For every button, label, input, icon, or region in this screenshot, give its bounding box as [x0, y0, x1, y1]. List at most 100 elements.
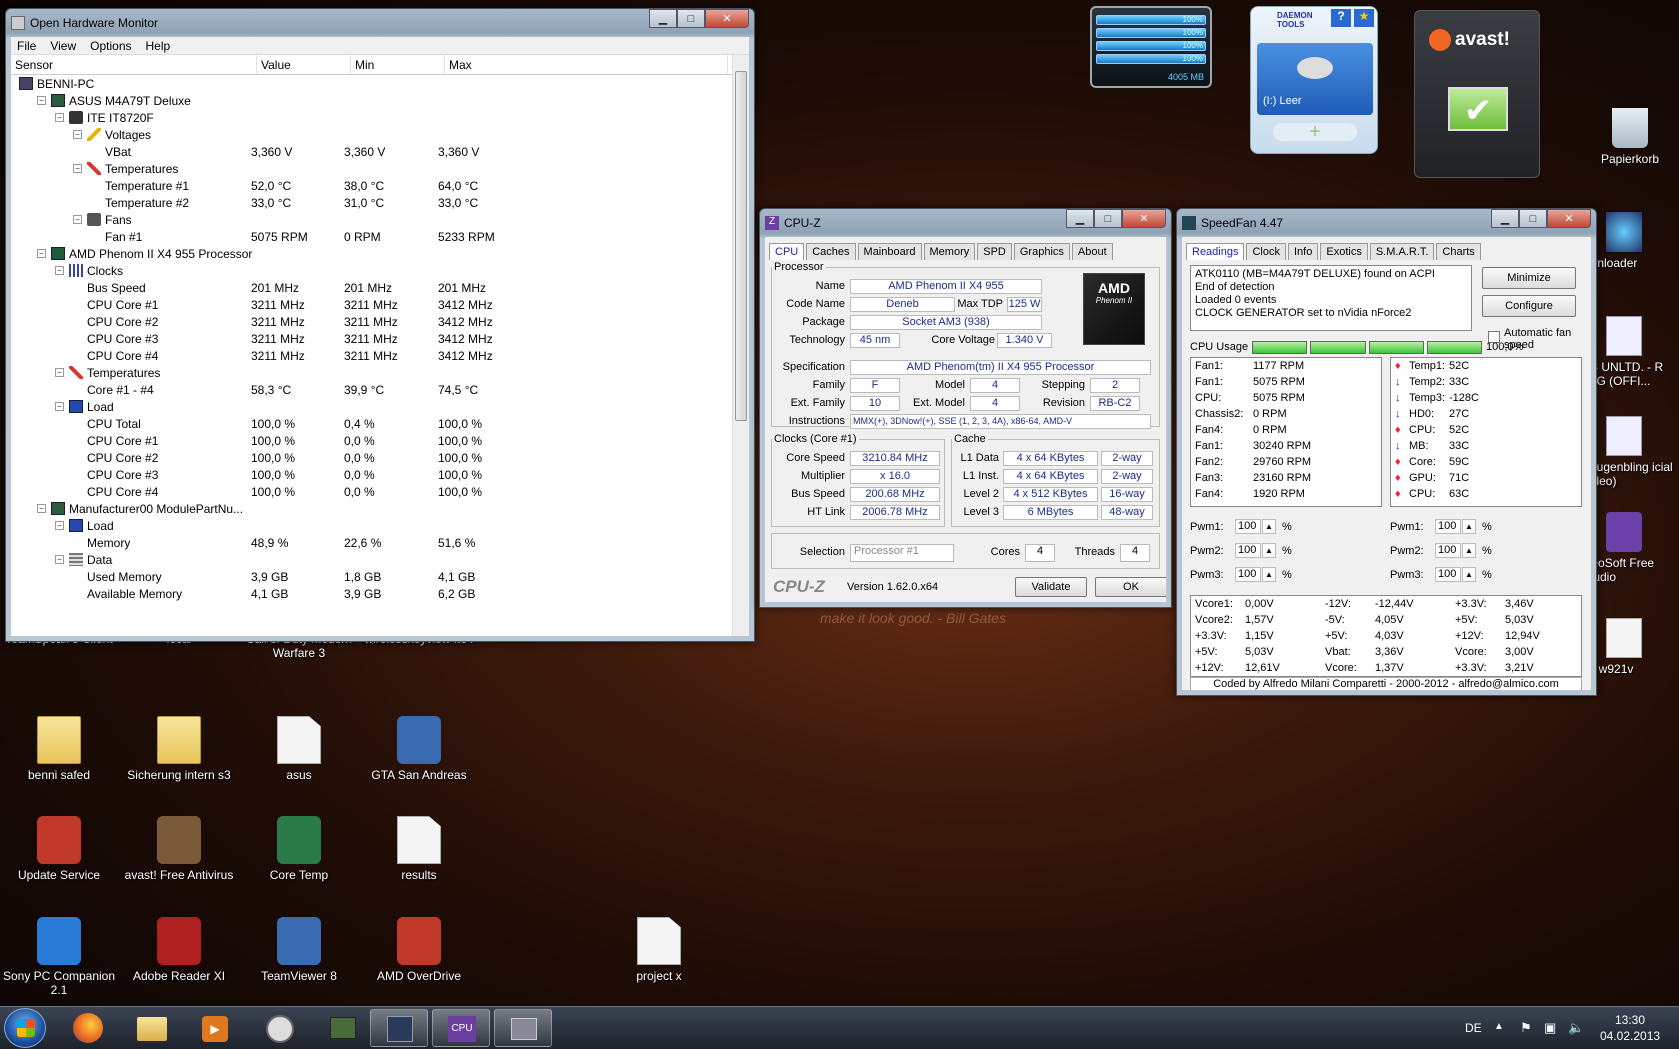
minimize-app-button[interactable]: Minimize — [1482, 267, 1576, 289]
tab-clock[interactable]: Clock — [1246, 243, 1286, 260]
desktop-icon[interactable]: results — [360, 816, 478, 882]
speedfan-window[interactable]: SpeedFan 4.47 ▁ □ ✕ Readings Clock Info Exoti… — [1176, 208, 1597, 696]
sensor-row[interactable]: Temperature #1 52,0 °C 38,0 °C 64,0 °C — [19, 177, 749, 194]
desktop-icon[interactable]: Sicherung intern s3 — [120, 716, 238, 782]
tree-node[interactable]: − Load — [19, 398, 749, 415]
close-button[interactable]: ✕ — [1547, 209, 1591, 228]
volume-icon[interactable]: 🔈 — [1568, 1020, 1584, 1036]
minimize-button[interactable]: ▁ — [1066, 209, 1094, 228]
desktop-icon[interactable]: project x — [600, 917, 718, 983]
speedfan-taskbar-button[interactable] — [494, 1009, 552, 1047]
validate-button[interactable]: Validate — [1015, 577, 1087, 597]
collapse-toggle[interactable]: − — [55, 555, 64, 564]
ok-button[interactable]: OK — [1095, 577, 1166, 597]
collapse-toggle[interactable]: − — [73, 130, 82, 139]
selection-dropdown[interactable]: Processor #1 — [850, 544, 954, 562]
sensor-row[interactable]: Fan #1 5075 RPM 0 RPM 5233 RPM — [19, 228, 749, 245]
sensor-row[interactable]: CPU Core #1 100,0 % 0,0 % 100,0 % — [19, 432, 749, 449]
tree-node[interactable]: − Load — [19, 517, 749, 534]
tab-mainboard[interactable]: Mainboard — [857, 243, 922, 260]
sensor-row[interactable]: VBat 3,360 V 3,360 V 3,360 V — [19, 143, 749, 160]
collapse-toggle[interactable]: − — [37, 504, 46, 513]
pwm-input[interactable]: 100 — [1235, 567, 1261, 582]
maximize-button[interactable]: □ — [677, 9, 705, 28]
pwm-spinner[interactable]: ▲ — [1262, 519, 1276, 534]
sensor-row[interactable]: Used Memory 3,9 GB 1,8 GB 4,1 GB — [19, 568, 749, 585]
scroll-thumb[interactable] — [735, 71, 747, 421]
tab-readings[interactable]: Readings — [1186, 243, 1245, 260]
sensor-row[interactable]: Temperature #2 33,0 °C 31,0 °C 33,0 °C — [19, 194, 749, 211]
menu-help[interactable]: Help — [146, 39, 171, 53]
tree-node[interactable]: − Clocks — [19, 262, 749, 279]
tree-node[interactable]: − Temperatures — [19, 364, 749, 381]
desktop-icon[interactable]: AMD OverDrive — [360, 917, 478, 983]
tab-caches[interactable]: Caches — [806, 243, 856, 260]
collapse-toggle[interactable]: − — [73, 215, 82, 224]
pwm-spinner[interactable]: ▲ — [1262, 543, 1276, 558]
network-icon[interactable]: ▣ — [1544, 1020, 1556, 1036]
cpuz-taskbar-button[interactable]: CPU — [432, 1009, 490, 1047]
collapse-toggle[interactable]: − — [37, 249, 46, 258]
tab-exotics[interactable]: Exotics — [1320, 243, 1368, 260]
pwm-input[interactable]: 100 — [1435, 519, 1461, 534]
pwm-spinner[interactable]: ▲ — [1462, 567, 1476, 582]
pwm-spinner[interactable]: ▲ — [1462, 543, 1476, 558]
sensor-row[interactable]: CPU Core #1 3211 MHz 3211 MHz 3412 MHz — [19, 296, 749, 313]
start-button[interactable] — [4, 1008, 46, 1048]
sensor-row[interactable]: CPU Core #3 3211 MHz 3211 MHz 3412 MHz — [19, 330, 749, 347]
tree-node[interactable]: − Manufacturer00 ModulePartNu... — [19, 500, 749, 517]
collapse-toggle[interactable]: − — [55, 113, 64, 122]
collapse-toggle[interactable]: − — [37, 96, 46, 105]
help-icon[interactable]: ? — [1331, 9, 1351, 27]
tree-node[interactable]: − ITE IT8720F — [19, 109, 749, 126]
desktop-icon[interactable]: asus — [240, 716, 358, 782]
tree-node[interactable]: − Fans — [19, 211, 749, 228]
desktop-icon[interactable]: TeamViewer 8 — [240, 917, 358, 983]
desktop-icon[interactable]: Adobe Reader XI — [120, 917, 238, 983]
tab-smart[interactable]: S.M.A.R.T. — [1369, 243, 1435, 260]
collapse-toggle[interactable]: − — [55, 521, 64, 530]
sensor-row[interactable]: Available Memory 4,1 GB 3,9 GB 6,2 GB — [19, 585, 749, 602]
tree-node[interactable]: − AMD Phenom II X4 955 Processor — [19, 245, 749, 262]
menu-options[interactable]: Options — [90, 39, 131, 53]
sensor-row[interactable]: Bus Speed 201 MHz 201 MHz 201 MHz — [19, 279, 749, 296]
tree-node[interactable]: − Temperatures — [19, 160, 749, 177]
tree-node[interactable]: − ASUS M4A79T Deluxe — [19, 92, 749, 109]
sensor-row[interactable]: Core #1 - #4 58,3 °C 39,9 °C 74,5 °C — [19, 381, 749, 398]
desktop-icon[interactable]: benni safed — [0, 716, 118, 782]
configure-button[interactable]: Configure — [1482, 295, 1576, 317]
tab-memory[interactable]: Memory — [923, 243, 976, 260]
pwm-input[interactable]: 100 — [1435, 567, 1461, 582]
column-min[interactable]: Min — [351, 55, 445, 74]
desktop-icon[interactable]: GTA San Andreas — [360, 716, 478, 782]
tab-cpu[interactable]: CPU — [769, 243, 805, 260]
desktop-icon[interactable]: avast! Free Antivirus — [120, 816, 238, 882]
pwm-spinner[interactable]: ▲ — [1462, 519, 1476, 534]
open-hardware-monitor-window[interactable]: Open Hardware Monitor ▁ □ ✕ File View Option… — [5, 8, 755, 642]
star-icon[interactable]: ★ — [1354, 9, 1374, 27]
sensor-row[interactable]: CPU Core #4 3211 MHz 3211 MHz 3412 MHz — [19, 347, 749, 364]
cpu-meter-gadget[interactable]: 100% 100% 100% 100% 4005 MB — [1090, 6, 1212, 88]
firefox-taskbar-button[interactable] — [58, 1009, 116, 1047]
show-hidden-icons[interactable]: ▲ — [1494, 1021, 1504, 1032]
tree-node[interactable]: − Data — [19, 551, 749, 568]
tab-charts[interactable]: Charts — [1436, 243, 1481, 260]
steam-taskbar-button[interactable] — [250, 1009, 308, 1047]
desktop-icon[interactable]: Sony PC Companion 2.1 — [0, 917, 118, 997]
pwm-input[interactable]: 100 — [1235, 543, 1261, 558]
close-button[interactable]: ✕ — [1122, 209, 1166, 228]
column-sensor[interactable]: Sensor — [11, 55, 257, 74]
close-button[interactable]: ✕ — [705, 9, 749, 28]
sensor-row[interactable]: CPU Core #4 100,0 % 0,0 % 100,0 % — [19, 483, 749, 500]
collapse-toggle[interactable]: − — [55, 402, 64, 411]
daemon-tools-gadget[interactable]: DAEMON TOOLS ? ★ (I:) Leer ＋ — [1250, 6, 1378, 154]
tab-spd[interactable]: SPD — [977, 243, 1012, 260]
minimize-button[interactable]: ▁ — [649, 9, 677, 28]
tab-about[interactable]: About — [1071, 243, 1113, 260]
cpu-z-window[interactable]: Z CPU-Z ▁ □ ✕ CPU Caches Mainboard Memory SPD Gr… — [759, 208, 1172, 608]
clock[interactable]: 13:30 04.02.2013 — [1600, 1012, 1660, 1044]
pwm-spinner[interactable]: ▲ — [1262, 567, 1276, 582]
sensor-row[interactable]: CPU Core #2 100,0 % 0,0 % 100,0 % — [19, 449, 749, 466]
daemon-toolbar[interactable]: ＋ — [1273, 123, 1357, 141]
collapse-toggle[interactable]: − — [55, 368, 64, 377]
